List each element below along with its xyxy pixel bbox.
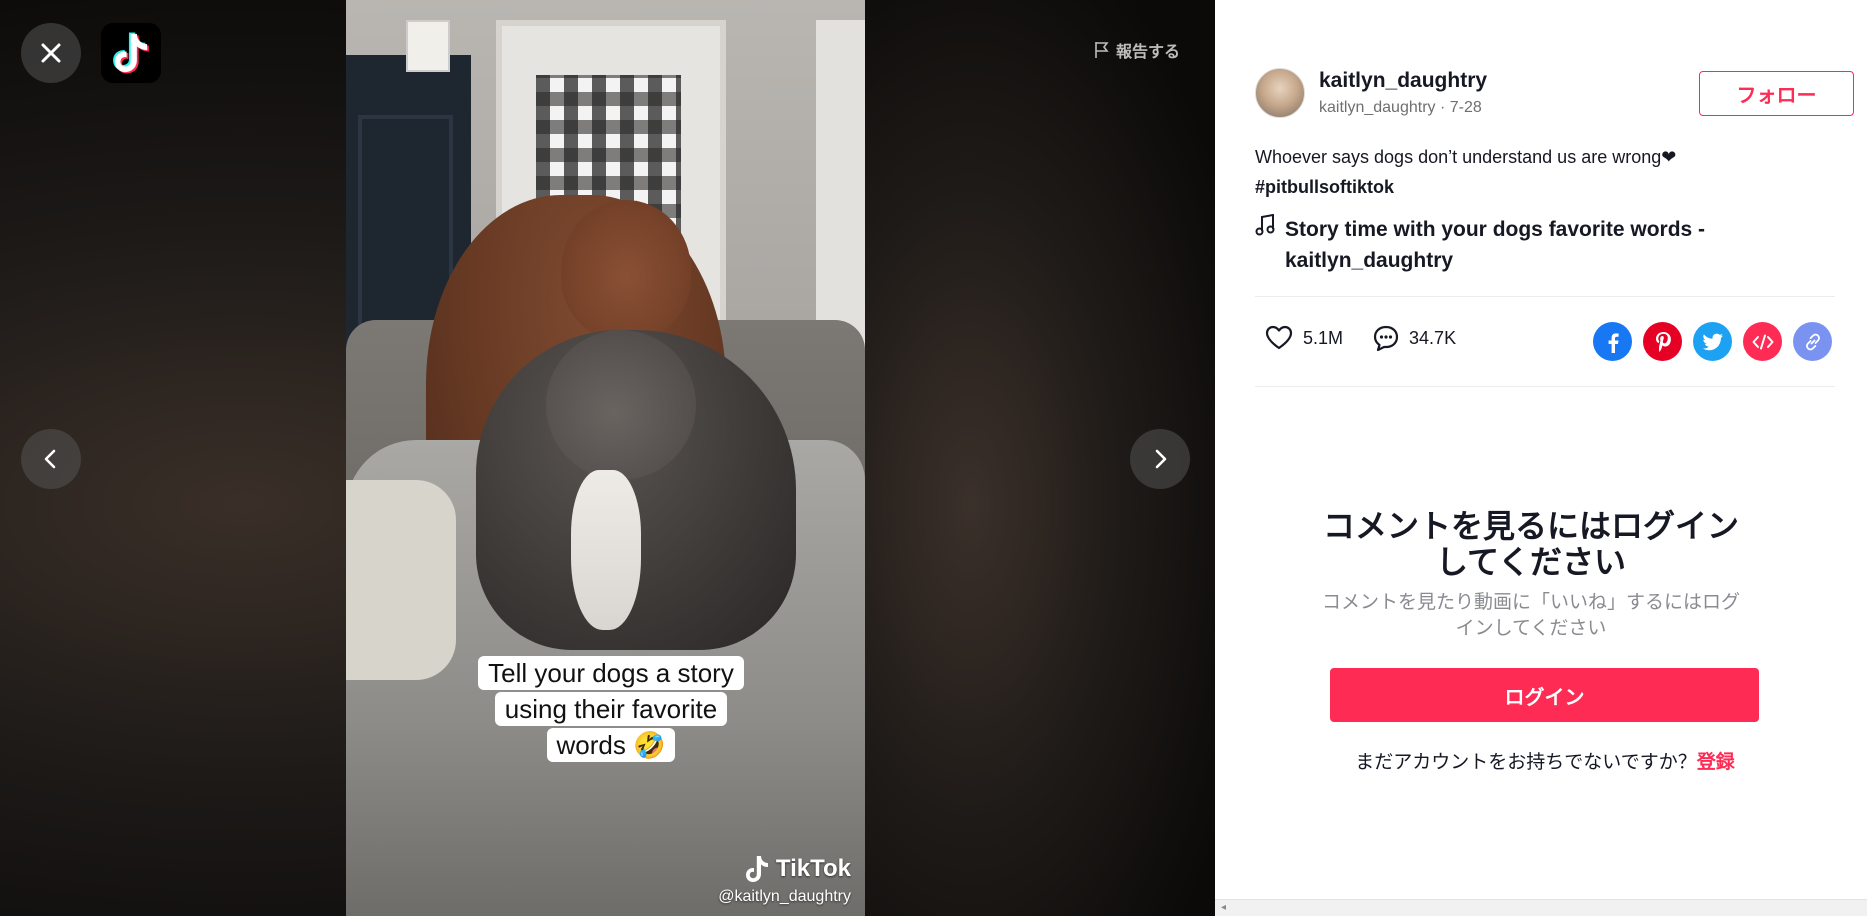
avatar[interactable] bbox=[1255, 68, 1305, 118]
video-caption: Tell your dogs a story using their favor… bbox=[471, 655, 751, 763]
post-description: Whoever says dogs don’t understand us ar… bbox=[1255, 142, 1835, 202]
comments-login-prompt: コメントを見るにはログインしてください コメントを見たり動画に「いいね」するには… bbox=[1315, 508, 1747, 642]
divider bbox=[1255, 296, 1835, 297]
detail-panel: kaitlyn_daughtry kaitlyn_daughtry · 7-28… bbox=[1215, 0, 1867, 916]
signup-prompt: まだアカウントをお持ちでないですか？登録 bbox=[1315, 747, 1775, 774]
music-title[interactable]: Story time with your dogs favorite words… bbox=[1285, 214, 1815, 276]
comment-icon bbox=[1373, 325, 1399, 351]
author-username[interactable]: kaitlyn_daughtry bbox=[1319, 69, 1487, 93]
copy-link-button[interactable] bbox=[1793, 322, 1832, 361]
share-facebook-button[interactable] bbox=[1593, 322, 1632, 361]
video-frame-sign bbox=[406, 20, 450, 72]
follow-button[interactable]: フォロー bbox=[1699, 71, 1854, 116]
music-info[interactable]: Story time with your dogs favorite words… bbox=[1255, 213, 1815, 276]
comment-count: 34.7K bbox=[1409, 327, 1457, 348]
report-label: 報告する bbox=[1116, 44, 1181, 61]
video-stage: Tell your dogs a story using their favor… bbox=[0, 0, 1215, 916]
chevron-right-icon bbox=[1155, 449, 1167, 469]
caption-line: using their favorite bbox=[494, 692, 728, 726]
scroll-left-arrow-icon[interactable]: ◂ bbox=[1221, 902, 1226, 913]
heart-icon bbox=[1265, 325, 1293, 350]
video-player[interactable]: Tell your dogs a story using their favor… bbox=[346, 0, 865, 916]
like-count: 5.1M bbox=[1303, 327, 1344, 348]
link-icon bbox=[1805, 333, 1820, 350]
report-button[interactable]: 報告する bbox=[1094, 38, 1180, 62]
divider bbox=[1255, 386, 1835, 387]
comment-button[interactable]: 34.7K bbox=[1373, 325, 1456, 351]
tiktok-logo-icon bbox=[113, 32, 149, 74]
description-text: Whoever says dogs don’t understand us ar… bbox=[1255, 147, 1677, 167]
watermark-handle: @kaitlyn_daughtry bbox=[718, 888, 851, 905]
twitter-icon bbox=[1702, 333, 1723, 350]
video-frame-pillow bbox=[346, 480, 456, 680]
login-prompt-subtitle: コメントを見たり動画に「いいね」するにはログインしてください bbox=[1321, 592, 1740, 639]
no-account-text: まだアカウントをお持ちでないですか？ bbox=[1355, 752, 1697, 773]
previous-video-button[interactable] bbox=[21, 429, 81, 489]
watermark-brand: TikTok bbox=[718, 854, 851, 884]
share-buttons bbox=[1593, 322, 1832, 361]
share-embed-button[interactable] bbox=[1743, 322, 1782, 361]
watermark-brand-text: TikTok bbox=[775, 855, 851, 882]
flag-icon bbox=[1095, 42, 1109, 58]
next-video-button[interactable] bbox=[1130, 429, 1190, 489]
share-pinterest-button[interactable] bbox=[1643, 322, 1682, 361]
music-note-icon bbox=[1255, 213, 1285, 276]
video-watermark: TikTok @kaitlyn_daughtry bbox=[718, 854, 851, 906]
close-button[interactable] bbox=[21, 23, 81, 83]
chevron-left-icon bbox=[44, 449, 56, 469]
caption-line: words 🤣 bbox=[546, 728, 676, 762]
tiktok-note-icon bbox=[745, 856, 768, 882]
pinterest-icon bbox=[1655, 331, 1671, 352]
login-button[interactable]: ログイン bbox=[1330, 668, 1759, 722]
close-icon bbox=[41, 43, 61, 63]
tiktok-logo[interactable] bbox=[101, 23, 161, 83]
caption-line: Tell your dogs a story bbox=[478, 656, 744, 690]
author-subline: kaitlyn_daughtry · 7-28 bbox=[1319, 99, 1482, 116]
author-meta: kaitlyn_daughtry kaitlyn_daughtry · 7-28 bbox=[1319, 69, 1487, 117]
engagement-stats: 5.1M 34.7K bbox=[1265, 325, 1486, 351]
embed-icon bbox=[1752, 334, 1773, 349]
video-frame-gray-dog-chest bbox=[571, 470, 641, 630]
horizontal-scrollbar[interactable]: ◂ bbox=[1215, 899, 1867, 916]
author-info[interactable]: kaitlyn_daughtry kaitlyn_daughtry · 7-28 bbox=[1255, 68, 1487, 118]
like-button[interactable]: 5.1M bbox=[1265, 325, 1343, 351]
signup-link[interactable]: 登録 bbox=[1697, 752, 1735, 773]
video-frame-brown-dog-head bbox=[561, 200, 691, 340]
hashtag-link[interactable]: #pitbullsoftiktok bbox=[1255, 172, 1835, 202]
share-twitter-button[interactable] bbox=[1693, 322, 1732, 361]
video-frame-doorframe bbox=[816, 20, 865, 360]
facebook-icon bbox=[1608, 332, 1619, 353]
video-frame-gray-dog-head bbox=[546, 330, 696, 480]
login-prompt-title: コメントを見るにはログインしてください bbox=[1322, 508, 1739, 580]
